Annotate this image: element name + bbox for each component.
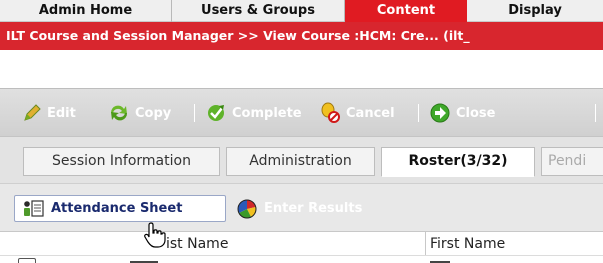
course-toolbar: Edit Copy Complete Cancel Close bbox=[0, 88, 603, 136]
toolbar-separator bbox=[595, 104, 596, 122]
tab-roster[interactable]: Roster(3/32) bbox=[381, 147, 535, 177]
edit-button[interactable]: Edit bbox=[22, 89, 76, 137]
tab-administration[interactable]: Administration bbox=[226, 147, 375, 176]
complete-icon bbox=[208, 105, 224, 121]
spacer bbox=[0, 50, 603, 88]
col-checkbox bbox=[0, 232, 142, 256]
copy-label: Copy bbox=[135, 105, 172, 121]
top-nav: Admin Home Users & Groups Content Displa… bbox=[0, 0, 603, 22]
enter-results-label: Enter Results bbox=[264, 201, 363, 216]
attendance-sheet-icon bbox=[24, 199, 44, 217]
close-arrow-icon bbox=[430, 103, 450, 123]
cancel-label: Cancel bbox=[346, 105, 395, 121]
col-last-name[interactable]: ist Name bbox=[142, 232, 425, 256]
roster-grid-header: ist Name First Name bbox=[0, 231, 603, 256]
copy-icon bbox=[110, 105, 128, 121]
tab-pending[interactable]: Pendi bbox=[541, 147, 603, 176]
enter-results-icon bbox=[237, 199, 257, 218]
page-title: ILT Course and Session Manager >> View C… bbox=[0, 22, 603, 50]
row-checkbox[interactable] bbox=[18, 258, 36, 263]
course-subtabs: Session Information Administration Roste… bbox=[0, 136, 603, 183]
enter-results-button[interactable]: Enter Results bbox=[230, 195, 362, 222]
close-button[interactable]: Close bbox=[429, 89, 495, 137]
tab-content[interactable]: Content bbox=[345, 0, 467, 22]
copy-button[interactable]: Copy bbox=[108, 89, 171, 137]
tab-session-information[interactable]: Session Information bbox=[23, 147, 220, 176]
complete-button[interactable]: Complete bbox=[205, 89, 302, 137]
hand-cursor-icon bbox=[144, 222, 166, 248]
roster-actionbar: Attendance Sheet Enter Results bbox=[0, 183, 603, 231]
tab-users-groups[interactable]: Users & Groups bbox=[172, 0, 345, 22]
col-first-name[interactable]: First Name bbox=[425, 232, 603, 256]
edit-label: Edit bbox=[47, 105, 76, 121]
attendance-sheet-label: Attendance Sheet bbox=[51, 201, 183, 216]
tab-admin-home[interactable]: Admin Home bbox=[0, 0, 172, 22]
cancel-button[interactable]: Cancel bbox=[319, 89, 395, 137]
tab-display[interactable]: Display bbox=[467, 0, 603, 22]
pencil-icon bbox=[24, 104, 41, 121]
toolbar-separator bbox=[418, 104, 419, 122]
attendance-sheet-button[interactable]: Attendance Sheet bbox=[14, 195, 226, 222]
close-label: Close bbox=[456, 105, 496, 121]
cancel-icon bbox=[321, 102, 340, 123]
table-row[interactable] bbox=[0, 255, 603, 263]
complete-label: Complete bbox=[232, 105, 302, 121]
toolbar-separator bbox=[194, 104, 195, 122]
